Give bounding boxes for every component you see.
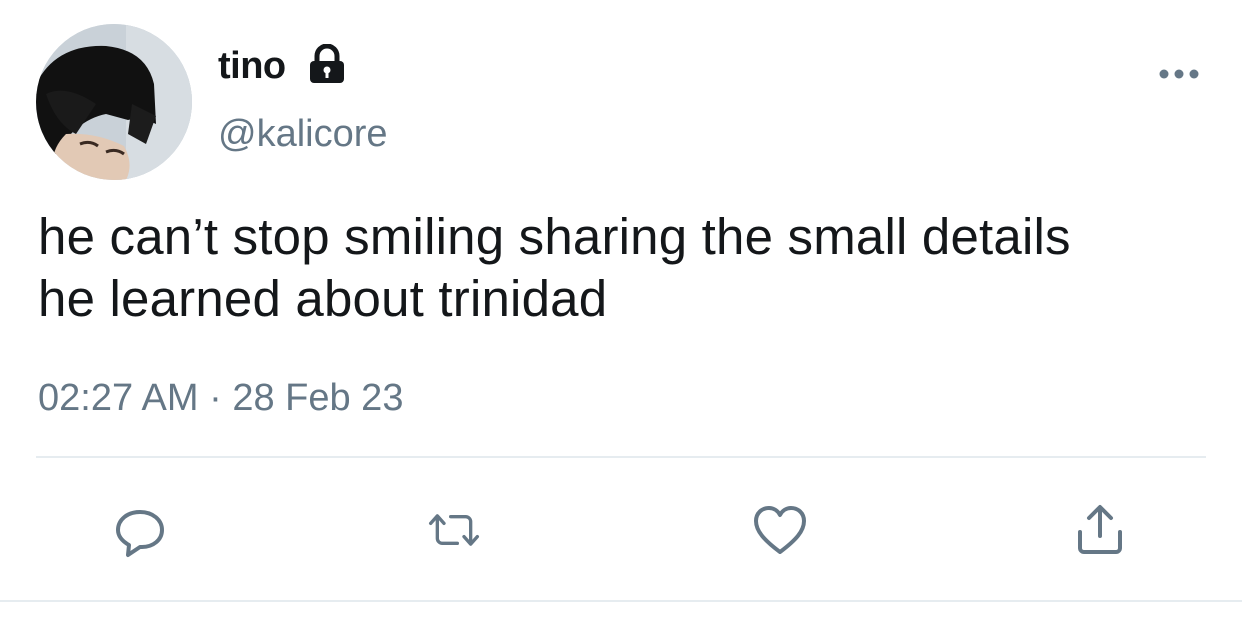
user-handle[interactable]: @kalicore (218, 112, 388, 156)
display-name[interactable]: tino (218, 44, 286, 88)
share-button[interactable] (1070, 500, 1130, 560)
tweet-timestamp[interactable]: 02:27 AM · 28 Feb 23 (38, 376, 403, 420)
avatar[interactable] (36, 24, 192, 180)
tweet-text: he can’t stop smiling sharing the small … (38, 206, 1218, 330)
retweet-icon (429, 514, 479, 546)
reply-icon (116, 510, 164, 557)
more-horizontal-icon[interactable] (1156, 64, 1202, 84)
retweet-button[interactable] (424, 500, 484, 560)
bottom-divider (0, 600, 1242, 602)
tweet-card: tino @kalicore he can’t stop smiling sha… (0, 0, 1242, 621)
avatar-photo (36, 24, 192, 180)
divider (36, 456, 1206, 458)
share-icon (1078, 505, 1122, 554)
heart-icon (754, 506, 806, 554)
lock-icon (306, 43, 348, 84)
like-button[interactable] (750, 500, 810, 560)
tweet-text-line-2: he learned about trinidad (38, 270, 608, 327)
tweet-text-line-1: he can’t stop smiling sharing the small … (38, 208, 1071, 265)
reply-button[interactable] (110, 500, 170, 560)
